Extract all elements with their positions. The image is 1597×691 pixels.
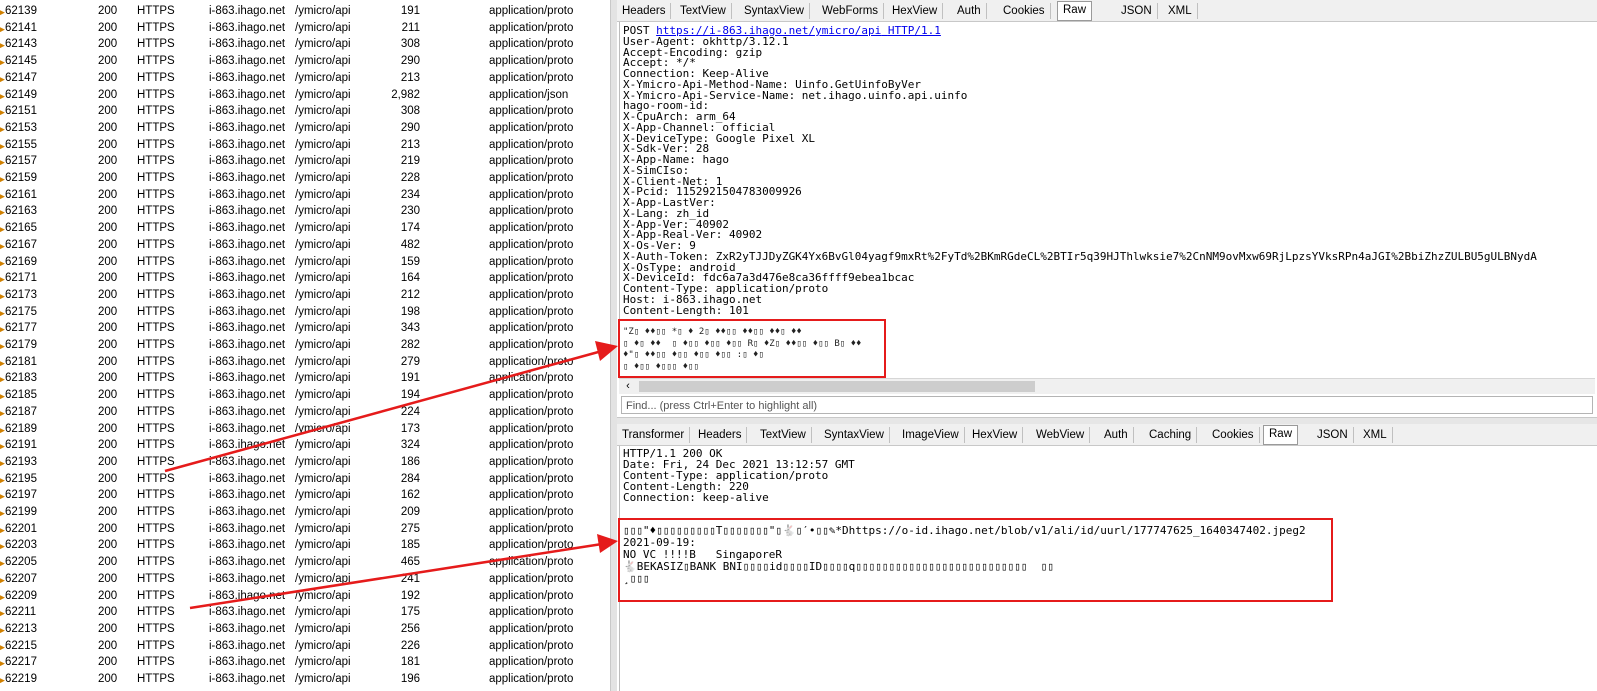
annotation-arrow-response [189,534,618,610]
annotation-arrows [164,341,618,610]
annotation-arrow-request [164,341,618,473]
